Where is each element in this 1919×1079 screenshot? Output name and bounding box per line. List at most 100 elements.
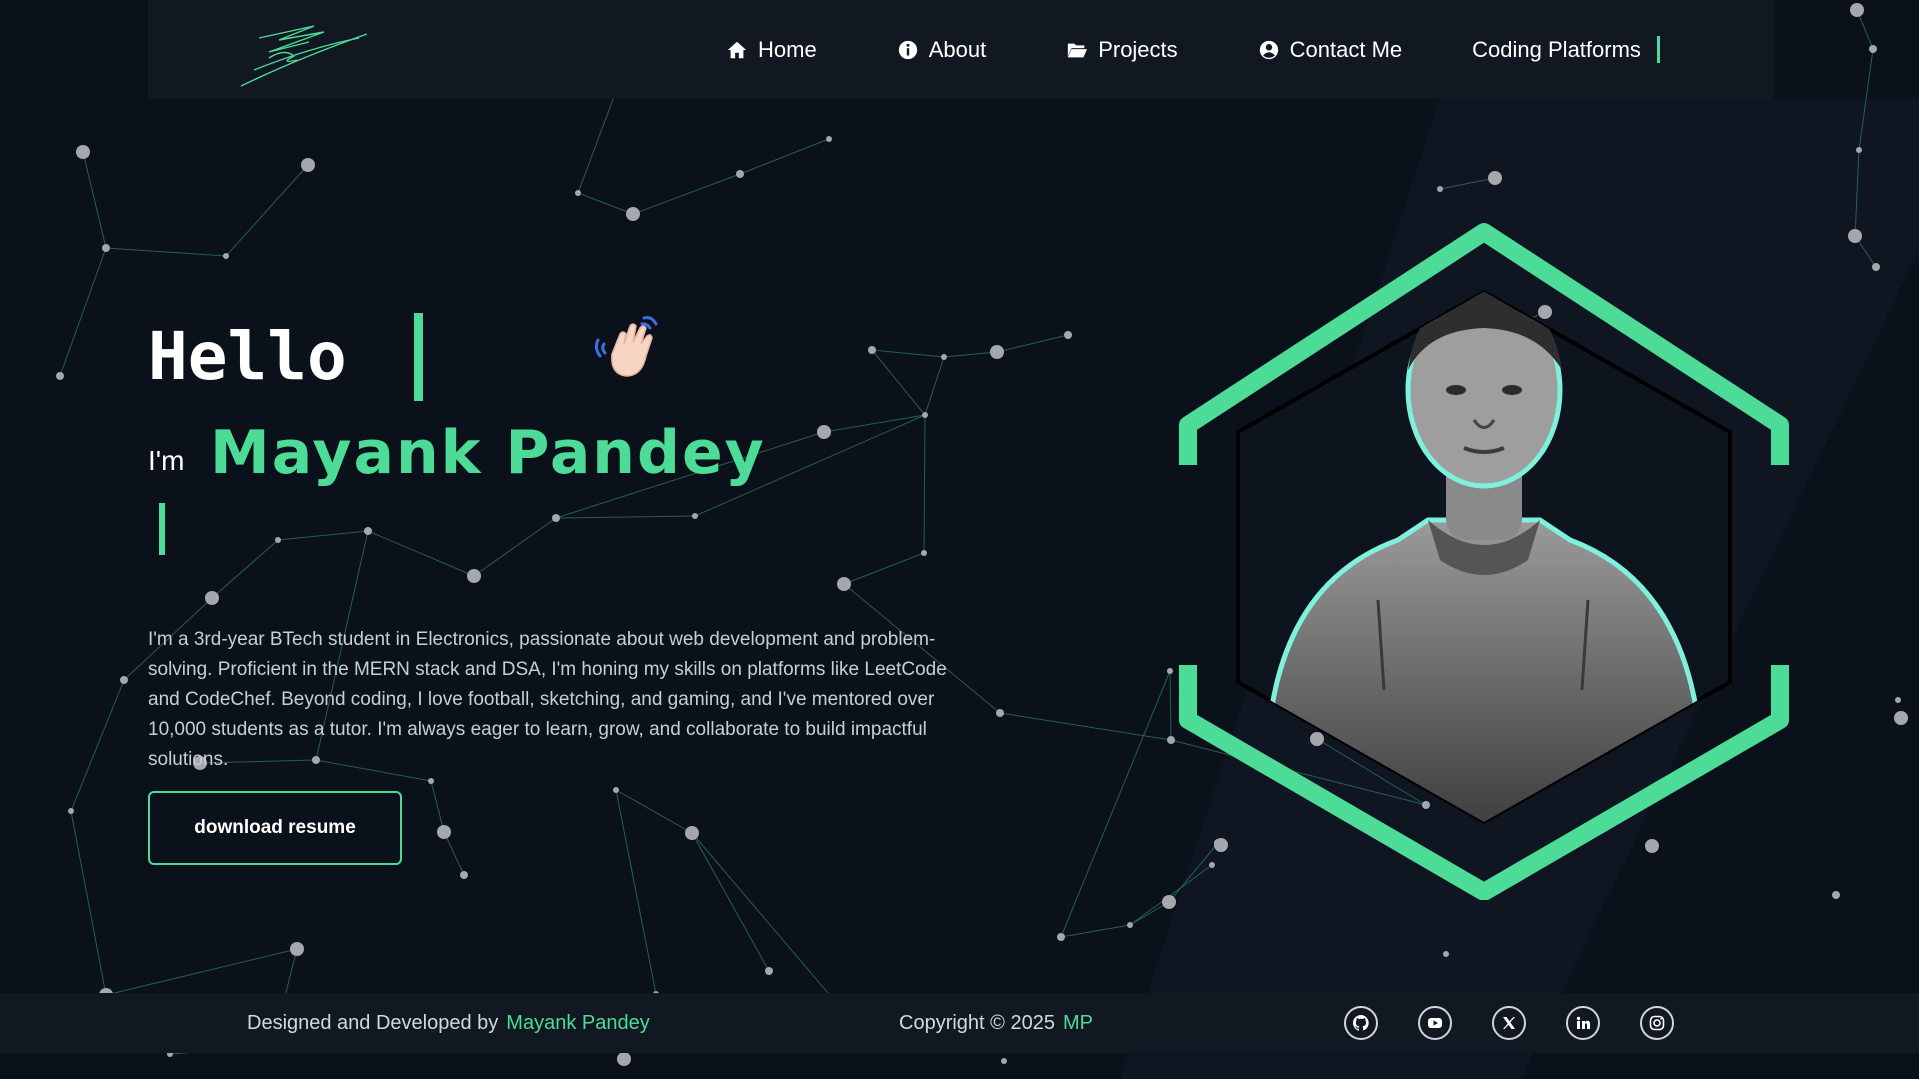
- network-node: [1167, 668, 1173, 674]
- network-node: [1872, 263, 1880, 271]
- network-node: [56, 372, 64, 380]
- network-line: [1858, 48, 1874, 151]
- hero-name: Mayank Pandey: [210, 418, 766, 488]
- instagram-link[interactable]: [1640, 1006, 1674, 1040]
- network-line: [577, 192, 634, 215]
- network-node: [826, 136, 832, 142]
- network-line: [555, 515, 696, 519]
- network-node: [205, 591, 219, 605]
- network-node: [996, 709, 1004, 717]
- network-node: [765, 967, 773, 975]
- typing-cursor-small: [159, 503, 165, 555]
- network-node: [685, 826, 699, 840]
- network-node: [552, 514, 560, 522]
- network-node: [617, 1052, 631, 1066]
- folder-icon: [1068, 43, 1088, 57]
- network-line: [211, 539, 279, 599]
- nav-item-about[interactable]: About: [897, 36, 987, 63]
- network-node: [837, 577, 851, 591]
- x-link[interactable]: [1492, 1006, 1526, 1040]
- network-line: [277, 530, 369, 541]
- nav-item-coding-platforms[interactable]: Coding Platforms: [1472, 36, 1660, 63]
- x-icon: [1503, 1017, 1515, 1029]
- network-line: [1854, 149, 1860, 237]
- nav-label-about: About: [928, 36, 987, 62]
- waving-hand-icon: [594, 316, 658, 377]
- network-node: [275, 537, 281, 543]
- network-line: [632, 173, 741, 215]
- network-node: [1127, 922, 1133, 928]
- network-node: [626, 207, 640, 221]
- copyright-prefix: Copyright © 2025: [899, 1012, 1055, 1034]
- network-node: [1167, 736, 1175, 744]
- network-node: [1488, 171, 1502, 185]
- network-line: [70, 679, 125, 812]
- nav-item-contact[interactable]: Contact Me: [1258, 37, 1402, 63]
- network-node: [692, 513, 698, 519]
- youtube-link[interactable]: [1418, 1006, 1452, 1040]
- network-node: [868, 346, 876, 354]
- user-circle-icon: [1259, 40, 1278, 59]
- navbar: Home About Projects Contact Me Coding Pl…: [148, 0, 1774, 99]
- network-node: [428, 778, 434, 784]
- download-resume-button[interactable]: download resume: [148, 791, 402, 865]
- home-icon: [727, 41, 747, 58]
- info-icon: [898, 40, 917, 59]
- network-line: [70, 810, 107, 996]
- network-line: [823, 414, 926, 433]
- network-node: [1064, 331, 1072, 339]
- network-node: [301, 158, 315, 172]
- network-line: [443, 831, 465, 876]
- network-node: [922, 412, 928, 418]
- github-link[interactable]: [1344, 1006, 1378, 1040]
- network-node: [1001, 1058, 1007, 1064]
- network-node: [990, 345, 1004, 359]
- network-node: [1895, 697, 1901, 703]
- network-node: [941, 354, 947, 360]
- network-line: [430, 780, 445, 833]
- network-line: [367, 530, 475, 577]
- network-node: [76, 145, 90, 159]
- network-node: [921, 550, 927, 556]
- network-line: [691, 832, 770, 972]
- network-line: [924, 356, 945, 416]
- network-line: [105, 948, 298, 996]
- network-node: [290, 942, 304, 956]
- network-node: [1832, 891, 1840, 899]
- signature-logo: [240, 25, 368, 87]
- network-line: [996, 334, 1069, 353]
- copyright-initials: MP: [1062, 1012, 1093, 1034]
- network-line: [577, 85, 619, 194]
- network-node: [1894, 711, 1908, 725]
- network-line: [923, 414, 926, 554]
- typing-cursor-large: [414, 313, 423, 401]
- footer-credit: Designed and Developed by Mayank Pandey: [247, 1012, 650, 1035]
- network-line: [473, 517, 557, 577]
- network-line: [105, 247, 227, 257]
- network-line: [59, 247, 107, 377]
- network-line: [1060, 924, 1131, 938]
- profile-portrait: [1179, 223, 1789, 900]
- network-line: [1439, 177, 1496, 190]
- network-node: [1856, 147, 1862, 153]
- network-line: [943, 351, 998, 358]
- network-node: [1850, 3, 1864, 17]
- network-node: [460, 871, 468, 879]
- network-line: [871, 349, 926, 416]
- network-line: [1060, 670, 1171, 938]
- github-icon: [1353, 1015, 1369, 1031]
- network-line: [871, 349, 945, 358]
- network-node: [437, 825, 451, 839]
- network-node: [223, 253, 229, 259]
- instagram-icon: [1649, 1015, 1665, 1031]
- nav-label-projects: Projects: [1098, 36, 1178, 62]
- network-node: [1437, 186, 1443, 192]
- linkedin-link[interactable]: [1566, 1006, 1600, 1040]
- network-node: [1162, 895, 1176, 909]
- network-node: [1869, 45, 1877, 53]
- network-line: [843, 552, 925, 585]
- network-node: [575, 190, 581, 196]
- network-line: [615, 789, 657, 995]
- nav-item-home[interactable]: Home: [726, 37, 817, 63]
- nav-item-projects[interactable]: Projects: [1066, 36, 1178, 63]
